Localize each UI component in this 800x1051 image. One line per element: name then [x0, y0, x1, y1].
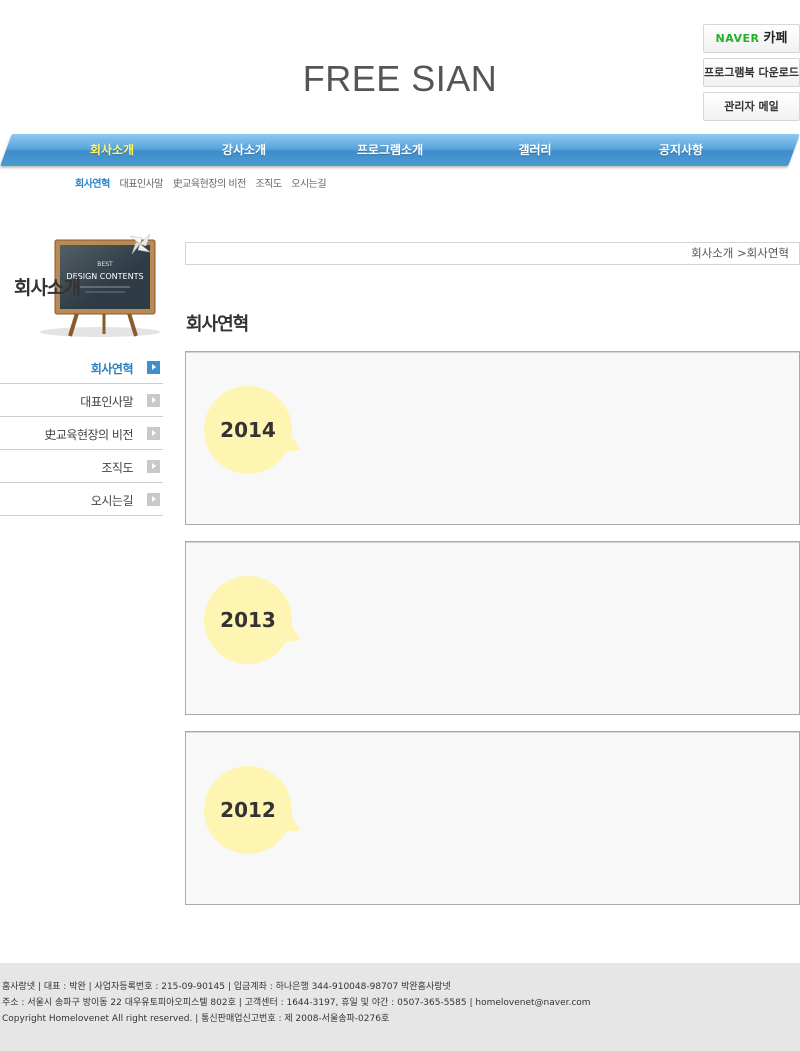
arrow-right-icon — [147, 493, 160, 506]
breadcrumb: 회사소개 >회사연혁 — [185, 242, 800, 265]
sidebar-item-vision[interactable]: 史교육현장의 비전 — [0, 417, 163, 450]
global-nav: 회사소개 강사소개 프로그램소개 갤러리 공지사항 — [0, 134, 800, 168]
sidebar-item-label: 조직도 — [101, 461, 133, 475]
gnb-item-company[interactable]: 회사소개 — [62, 134, 162, 166]
subnav-item-vision[interactable]: 史교육현장의 비전 — [173, 179, 247, 190]
arrow-right-icon — [147, 394, 160, 407]
sidebar-item-label: 오시는길 — [90, 494, 134, 508]
sidebar-title: 회사소개 — [14, 277, 81, 299]
footer: 홈사랑넷 | 대표 : 박완 | 사업자등록번호 : 215-09-90145 … — [0, 963, 800, 1051]
year-bubble: 2013 — [204, 576, 292, 664]
history-year-box: 2013 — [185, 541, 800, 715]
gnb-item-gallery[interactable]: 갤러리 — [485, 134, 585, 166]
history-year-box: 2014 — [185, 351, 800, 525]
site-logo[interactable]: FREE SIAN — [0, 58, 800, 100]
board-line1: BEST — [97, 261, 113, 268]
sub-nav: 회사연혁 대표인사말 史교육현장의 비전 조직도 오시는길 — [75, 175, 333, 190]
footer-copyright: Copyright Homelovenet All right reserved… — [2, 1014, 390, 1024]
arrow-right-icon — [147, 361, 160, 374]
subnav-item-history[interactable]: 회사연혁 — [75, 179, 110, 190]
cafe-label: 카페 — [763, 31, 788, 46]
arrow-right-icon — [147, 427, 160, 440]
year-label: 2013 — [220, 608, 276, 632]
sidebar-nav: 회사연혁 대표인사말 史교육현장의 비전 조직도 오시는길 — [0, 351, 163, 516]
subnav-item-organization[interactable]: 조직도 — [255, 179, 282, 190]
footer-address: 주소 : 서울시 송파구 방이동 22 대우유토피아오피스텔 802호 | 고객… — [2, 998, 591, 1008]
naver-logo: NAVER — [715, 32, 760, 45]
subnav-item-directions[interactable]: 오시는길 — [291, 179, 326, 190]
year-label: 2012 — [220, 798, 276, 822]
admin-mail-button[interactable]: 관리자 메일 — [703, 92, 800, 121]
gnb-item-instructors[interactable]: 강사소개 — [194, 134, 294, 166]
gnb-item-programs[interactable]: 프로그램소개 — [340, 134, 440, 166]
page-title: 회사연혁 — [186, 314, 249, 335]
history-year-box: 2012 — [185, 731, 800, 905]
program-book-download-button[interactable]: 프로그램북 다운로드 — [703, 58, 800, 87]
sidebar-item-label: 대표인사말 — [80, 395, 133, 409]
subnav-item-greeting[interactable]: 대표인사말 — [120, 179, 164, 190]
sidebar-item-greeting[interactable]: 대표인사말 — [0, 384, 163, 417]
sidebar-item-directions[interactable]: 오시는길 — [0, 483, 163, 516]
gnb-item-notice[interactable]: 공지사항 — [631, 134, 731, 166]
arrow-right-icon — [147, 460, 160, 473]
quick-links: NAVER 카페 프로그램북 다운로드 관리자 메일 — [703, 24, 800, 126]
year-label: 2014 — [220, 418, 276, 442]
year-bubble: 2014 — [204, 386, 292, 474]
sidebar-item-label: 史교육현장의 비전 — [44, 428, 133, 442]
sidebar-item-organization[interactable]: 조직도 — [0, 450, 163, 483]
naver-cafe-button[interactable]: NAVER 카페 — [703, 24, 800, 53]
footer-company-info: 홈사랑넷 | 대표 : 박완 | 사업자등록번호 : 215-09-90145 … — [2, 982, 451, 992]
year-bubble: 2012 — [204, 766, 292, 854]
sidebar-item-history[interactable]: 회사연혁 — [0, 351, 163, 384]
sidebar-item-label: 회사연혁 — [90, 362, 134, 376]
